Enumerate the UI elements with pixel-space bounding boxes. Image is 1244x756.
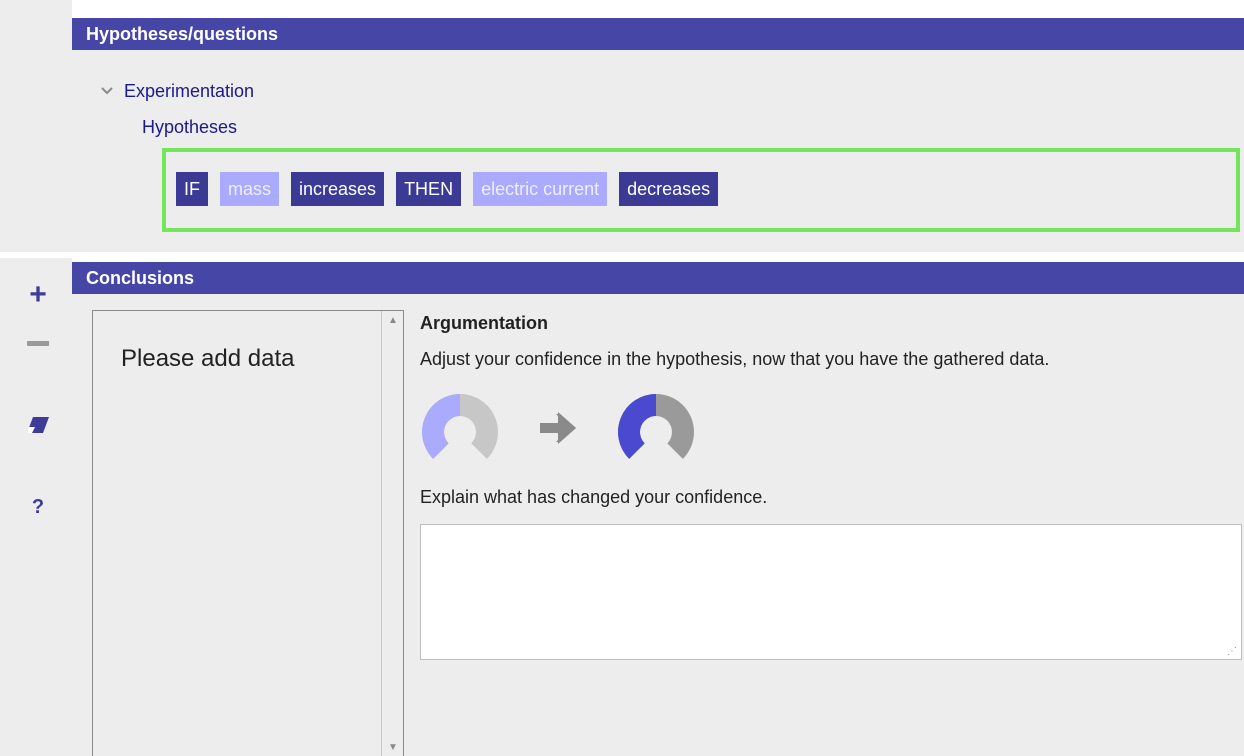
arrow-right-icon [540, 412, 576, 444]
confidence-after-gauge[interactable] [616, 388, 696, 468]
tree-node-label: Hypotheses [142, 116, 238, 137]
conclusions-panel: Conclusions Please add data ▲ ▼ Argument… [72, 262, 1244, 756]
hypothesis-row: IF mass increases THEN electric current … [176, 172, 719, 206]
plus-icon: + [29, 278, 47, 311]
hypotheses-panel: Hypotheses/questions Experimentation Hyp… [72, 18, 1244, 252]
question-icon: ? [31, 495, 45, 518]
hypothesis-term[interactable]: electric current [473, 172, 608, 206]
argumentation-section: Argumentation Adjust your confidence in … [420, 310, 1242, 660]
toolbar-separator [0, 252, 72, 258]
explanation-textarea[interactable]: ⋰ [420, 524, 1242, 660]
remove-button[interactable] [18, 328, 58, 358]
eraser-icon [27, 417, 49, 433]
add-button[interactable]: + [18, 280, 58, 310]
eraser-button[interactable] [18, 410, 58, 440]
hypothesis-term[interactable]: increases [291, 172, 385, 206]
hypothesis-box[interactable]: IF mass increases THEN electric current … [162, 148, 1240, 232]
confidence-before-gauge[interactable] [420, 388, 500, 468]
hypothesis-term[interactable]: THEN [396, 172, 462, 206]
chevron-down-icon[interactable] [98, 82, 116, 100]
left-toolbar: + ? [0, 0, 72, 756]
data-placeholder: Please add data [121, 345, 295, 372]
data-list-scrollbar[interactable]: ▲ ▼ [381, 311, 403, 756]
data-list[interactable]: Please add data ▲ ▼ [92, 310, 404, 756]
scroll-down-icon[interactable]: ▼ [382, 738, 404, 756]
tree-node-label: Experimentation [124, 80, 255, 101]
hypothesis-term[interactable]: mass [220, 172, 280, 206]
resize-grip-icon[interactable]: ⋰ [1227, 646, 1237, 657]
conclusions-header: Conclusions [72, 262, 1244, 294]
hypothesis-tree: Experimentation Hypotheses [98, 78, 254, 140]
hypothesis-term[interactable]: IF [176, 172, 208, 206]
hypotheses-header: Hypotheses/questions [72, 18, 1244, 50]
minus-icon [27, 340, 49, 346]
argumentation-title: Argumentation [420, 313, 548, 333]
scroll-up-icon[interactable]: ▲ [382, 311, 404, 329]
confidence-row [420, 388, 1240, 468]
explain-label: Explain what has changed your confidence… [420, 487, 768, 507]
hypothesis-term[interactable]: decreases [619, 172, 719, 206]
tree-node-hypotheses[interactable]: Hypotheses [98, 114, 254, 140]
tree-node-experimentation[interactable]: Experimentation [98, 78, 254, 104]
argumentation-prompt: Adjust your confidence in the hypothesis… [420, 349, 1050, 369]
help-button[interactable]: ? [18, 492, 58, 522]
